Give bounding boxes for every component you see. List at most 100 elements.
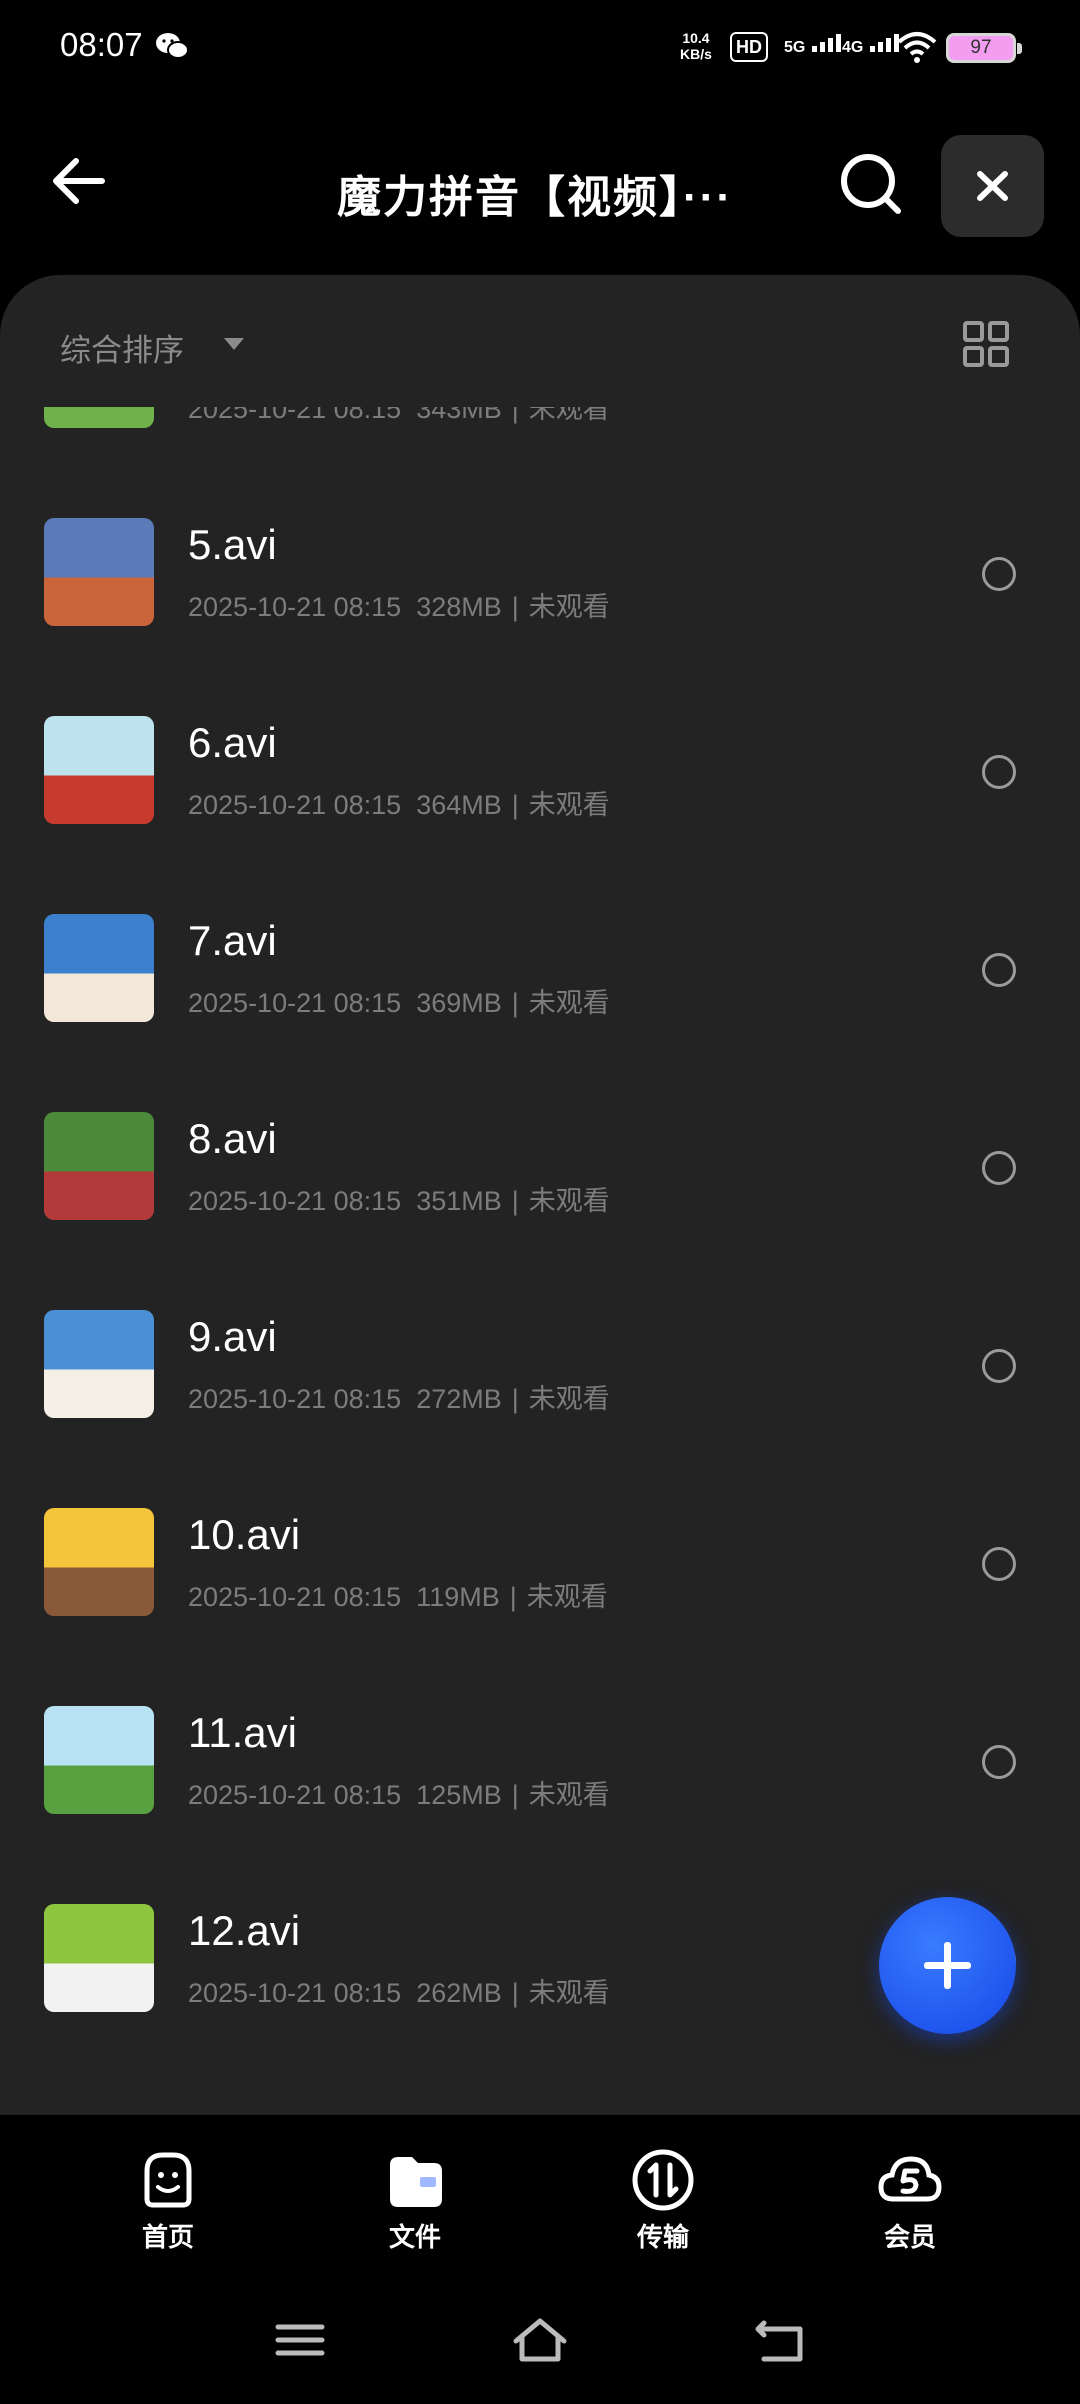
- meta-separator: |: [511, 1978, 519, 2008]
- home-icon[interactable]: [510, 2315, 570, 2365]
- file-meta: 2025-10-21 08:15 351MB | 未观看: [188, 1179, 610, 1218]
- file-list-panel: 综合排序 4.avi2025-10-21 08:15 343MB|未观看5.av…: [0, 275, 1080, 2115]
- add-button[interactable]: [879, 1897, 1016, 2034]
- battery-icon: 97: [946, 33, 1022, 63]
- select-radio[interactable]: [982, 755, 1016, 789]
- file-meta: 2025-10-21 08:15 272MB | 未观看: [188, 1377, 610, 1416]
- file-size: 119MB: [416, 1582, 500, 1612]
- transfer-icon: [632, 2149, 694, 2211]
- network-speed: 10.4 KB/s: [680, 30, 712, 62]
- nav-home-label: 首页: [141, 2222, 194, 2252]
- video-thumbnail: [44, 1508, 154, 1616]
- back-arrow-icon[interactable]: [44, 145, 116, 217]
- select-radio[interactable]: [982, 1547, 1016, 1581]
- file-size: 262MB: [416, 1978, 502, 2008]
- header: 魔力拼音【视频】···: [0, 95, 1080, 275]
- file-row[interactable]: 7.avi 2025-10-21 08:15 369MB | 未观看: [0, 861, 1080, 1059]
- file-name: 6.avi: [188, 719, 277, 766]
- file-status: 未观看: [528, 790, 610, 820]
- status-bar: 08:07 10.4 KB/s HD 5G 4G 97: [0, 0, 1080, 95]
- video-thumbnail: [44, 1904, 154, 2012]
- file-date: 2025-10-21 08:15: [188, 1780, 402, 1810]
- file-status: 未观看: [528, 1186, 610, 1216]
- file-meta: 2025-10-21 08:15 119MB | 未观看: [188, 1575, 608, 1614]
- file-date: 2025-10-21 08:15: [188, 1186, 402, 1216]
- file-meta: 2025-10-21 08:15 343MB | 未观看: [188, 407, 610, 426]
- file-size: 351MB: [416, 1186, 502, 1216]
- search-icon[interactable]: [834, 147, 906, 219]
- file-meta: 2025-10-21 08:15 369MB | 未观看: [188, 981, 610, 1020]
- file-row[interactable]: 4.avi2025-10-21 08:15 343MB|未观看: [0, 407, 1080, 465]
- file-name: 9.avi: [188, 1313, 277, 1360]
- file-status: 未观看: [528, 1780, 610, 1810]
- file-date: 2025-10-21 08:15: [188, 988, 402, 1018]
- select-radio[interactable]: [982, 557, 1016, 591]
- file-size: 272MB: [416, 1384, 502, 1414]
- file-status: 未观看: [528, 1978, 610, 2008]
- sort-dropdown[interactable]: 综合排序: [60, 325, 184, 370]
- file-size: 125MB: [416, 1780, 502, 1810]
- nav-files[interactable]: 文件: [355, 2145, 475, 2254]
- file-date: 2025-10-21 08:15: [188, 1582, 402, 1612]
- file-name: 10.avi: [188, 1511, 301, 1558]
- file-name: 7.avi: [188, 917, 277, 964]
- nav-vip[interactable]: 会员: [850, 2145, 970, 2254]
- file-status: 未观看: [528, 1384, 610, 1414]
- caret-down-icon[interactable]: [224, 338, 244, 350]
- file-row[interactable]: 5.avi 2025-10-21 08:15 328MB | 未观看: [0, 465, 1080, 663]
- status-time: 08:07: [60, 26, 143, 63]
- video-thumbnail: [44, 1112, 154, 1220]
- meta-separator: |: [509, 1582, 517, 1612]
- nav-files-label: 文件: [388, 2222, 441, 2252]
- close-button[interactable]: [941, 135, 1044, 237]
- file-row[interactable]: 6.avi 2025-10-21 08:15 364MB | 未观看: [0, 663, 1080, 861]
- cloud-vip-icon: [878, 2156, 942, 2202]
- select-radio[interactable]: [982, 953, 1016, 987]
- video-thumbnail: [44, 914, 154, 1022]
- file-row[interactable]: 11.avi 2025-10-21 08:15 125MB | 未观看: [0, 1653, 1080, 1851]
- wifi-icon: [897, 32, 937, 63]
- file-status: 未观看: [528, 988, 610, 1018]
- file-size: 343MB: [416, 407, 502, 424]
- file-list[interactable]: 4.avi2025-10-21 08:15 343MB|未观看5.avi2025…: [0, 407, 1080, 2115]
- meta-separator: |: [511, 988, 519, 1018]
- file-date: 2025-10-21 08:15: [188, 1978, 402, 2008]
- file-size: 369MB: [416, 988, 502, 1018]
- grid-view-icon[interactable]: [962, 320, 1010, 368]
- page-title: 魔力拼音【视频】···: [337, 173, 733, 222]
- meta-separator: |: [511, 1780, 519, 1810]
- meta-separator: |: [511, 407, 519, 424]
- signal-4g-icon: 4G: [842, 30, 899, 57]
- file-row[interactable]: 9.avi 2025-10-21 08:15 272MB | 未观看: [0, 1257, 1080, 1455]
- file-meta: 2025-10-21 08:15 328MB | 未观看: [188, 585, 610, 624]
- file-size: 364MB: [416, 790, 502, 820]
- back-icon[interactable]: [750, 2315, 810, 2365]
- meta-separator: |: [511, 1186, 519, 1216]
- video-thumbnail: [44, 518, 154, 626]
- select-radio[interactable]: [982, 1349, 1016, 1383]
- nav-home[interactable]: 首页: [108, 2145, 228, 2254]
- menu-icon[interactable]: [270, 2315, 330, 2365]
- meta-separator: |: [511, 592, 519, 622]
- select-radio[interactable]: [982, 1745, 1016, 1779]
- file-date: 2025-10-21 08:15: [188, 407, 402, 424]
- video-thumbnail: [44, 1310, 154, 1418]
- file-meta: 2025-10-21 08:15 262MB | 未观看: [188, 1971, 610, 2010]
- nav-vip-label: 会员: [883, 2222, 936, 2252]
- file-name: 11.avi: [188, 1709, 297, 1756]
- wechat-icon: [156, 33, 189, 59]
- file-row[interactable]: 8.avi 2025-10-21 08:15 351MB | 未观看: [0, 1059, 1080, 1257]
- file-row[interactable]: 10.avi 2025-10-21 08:15 119MB | 未观看: [0, 1455, 1080, 1653]
- meta-separator: |: [511, 1384, 519, 1414]
- video-thumbnail: [44, 716, 154, 824]
- file-date: 2025-10-21 08:15: [188, 790, 402, 820]
- nav-transfer-label: 传输: [636, 2222, 689, 2252]
- select-radio[interactable]: [982, 1151, 1016, 1185]
- file-meta: 2025-10-21 08:15 125MB | 未观看: [188, 1773, 610, 1812]
- folder-icon: [390, 2157, 442, 2207]
- file-status: 未观看: [528, 592, 610, 622]
- file-name: 12.avi: [188, 1907, 301, 1954]
- hd-badge: HD: [730, 32, 768, 62]
- file-status: 未观看: [526, 1582, 608, 1612]
- nav-transfer[interactable]: 传输: [603, 2145, 723, 2254]
